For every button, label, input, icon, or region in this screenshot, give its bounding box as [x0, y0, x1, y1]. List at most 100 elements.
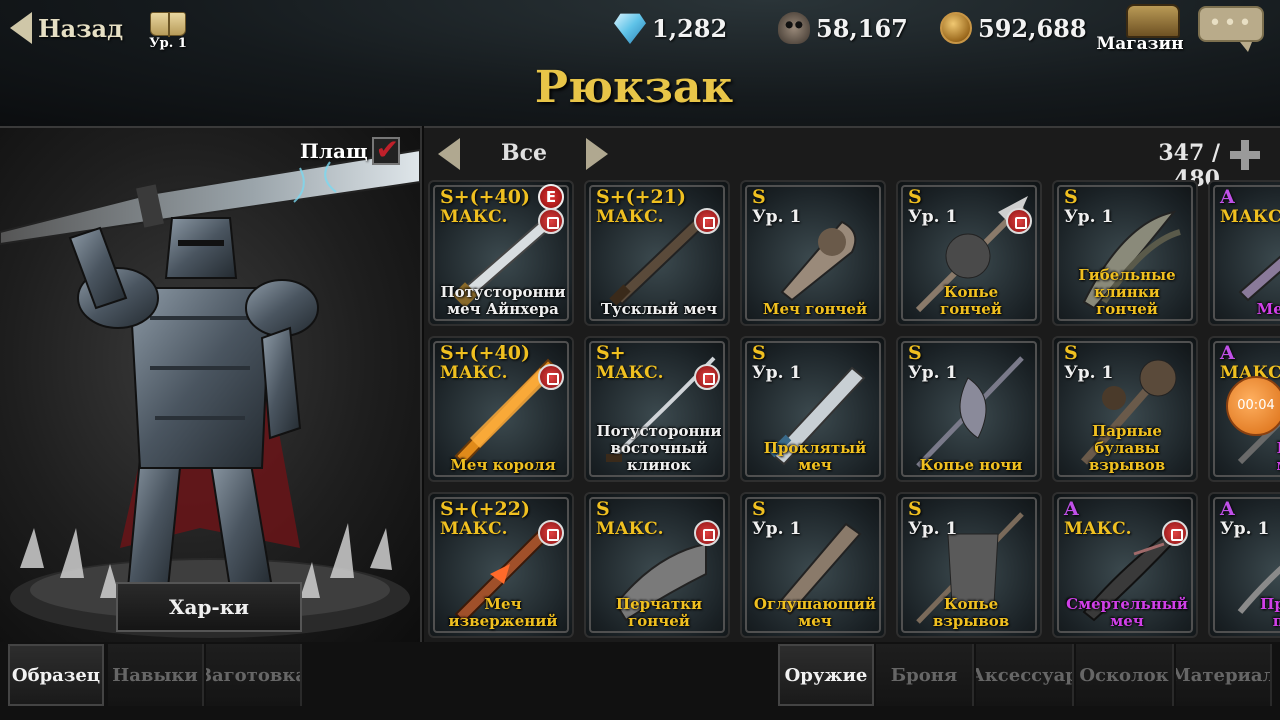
- item-grade: S+(+40): [440, 186, 530, 208]
- lock-icon: [538, 520, 564, 546]
- cloak-checkbox[interactable]: [371, 133, 400, 166]
- cloak-toggle[interactable]: Плащ: [300, 133, 400, 166]
- gold-value: 592,688: [978, 13, 1087, 43]
- shop-button[interactable]: Магазин: [1094, 4, 1186, 54]
- item-grid: S+(+40) МАКС. E Потусторонни меч Айнхера S+(…: [428, 180, 1280, 642]
- tab-skills[interactable]: Навыки: [108, 644, 204, 706]
- item-grade: S: [908, 186, 922, 208]
- item-name: Смертельный меч: [1066, 595, 1188, 630]
- inventory-slot[interactable]: S Ур. 1 Копье гончей: [896, 180, 1042, 326]
- equipped-badge-icon: E: [538, 184, 564, 210]
- item-grade: A: [1220, 186, 1235, 208]
- item-grade: A: [1220, 498, 1235, 520]
- inventory-slot[interactable]: S Ур. 1 Меч гончей: [740, 180, 886, 326]
- inventory-slot[interactable]: S+(+40) МАКС. E Потусторонни меч Айнхера: [428, 180, 574, 326]
- back-button[interactable]: Назад: [10, 10, 125, 46]
- tab-weapons[interactable]: Оружие: [778, 644, 874, 706]
- lock-icon: [694, 520, 720, 546]
- item-level: Ур. 1: [752, 207, 802, 227]
- item-level: МАКС.: [596, 207, 664, 227]
- knight-character-icon: [0, 148, 420, 638]
- inventory-slot[interactable]: S Ур. 1 Гибельные клинки гончей: [1052, 180, 1198, 326]
- inventory-slot[interactable]: S Ур. 1 Копье взрывов: [896, 492, 1042, 638]
- inventory-slot[interactable]: S+(+40) МАКС. Меч короля: [428, 336, 574, 482]
- timer-badge: 00:04: [1226, 376, 1280, 436]
- item-name: Меч извержений: [448, 595, 558, 630]
- filter-prev-arrow-icon[interactable]: [438, 138, 460, 170]
- item-level: Ур. 1: [908, 519, 958, 539]
- inventory-slot[interactable]: S Ур. 1 Парные булавы взрывов: [1052, 336, 1198, 482]
- item-name: Копье гончей: [940, 283, 1002, 318]
- inventory-slot[interactable]: AМАКС. Меч в: [1208, 180, 1280, 326]
- item-level: МАКС.: [1220, 207, 1280, 227]
- tab-presets[interactable]: Заготовка: [206, 644, 302, 706]
- item-level: Ур. 1: [1064, 363, 1114, 383]
- tab-materials[interactable]: Материал: [1176, 644, 1272, 706]
- gold-coin-icon: [940, 12, 972, 44]
- lock-icon: [1162, 520, 1188, 546]
- inventory-slot[interactable]: S Ур. 1 Оглушающий меч: [740, 492, 886, 638]
- item-name: Меч короля: [450, 456, 556, 474]
- item-name: Потусторонни восточный клинок: [596, 422, 722, 474]
- gold-counter: 592,688: [940, 10, 1087, 46]
- page-title: Рюкзак: [534, 62, 734, 113]
- item-name: Меч гончей: [762, 300, 868, 318]
- item-level: МАКС.: [440, 363, 508, 383]
- item-name: Копье взрывов: [932, 595, 1010, 630]
- inventory-slot[interactable]: S МАКС. Перчатки гончей: [584, 492, 730, 638]
- item-name: Гибельные клинки гончей: [1078, 266, 1176, 318]
- tab-accessories[interactable]: Аксессуар: [976, 644, 1074, 706]
- item-grade: S: [908, 342, 922, 364]
- item-name: Потусторонни меч Айнхера: [440, 283, 566, 318]
- lock-icon: [694, 364, 720, 390]
- inventory-slot[interactable]: S+(+21) МАКС. Тусклый меч: [584, 180, 730, 326]
- item-name: Тусклый меч: [600, 300, 718, 318]
- back-label: Назад: [38, 13, 124, 43]
- diamond-icon: [614, 13, 646, 44]
- inventory-slot[interactable]: S Ур. 1 Проклятый меч: [740, 336, 886, 482]
- item-grade: A: [1064, 498, 1079, 520]
- character-panel: Плащ Хар-ки: [0, 126, 422, 642]
- diamond-counter: 1,282: [614, 10, 727, 46]
- item-level: МАКС.: [1064, 519, 1132, 539]
- tab-sample[interactable]: Образец: [8, 644, 104, 706]
- book-icon: [150, 12, 186, 37]
- tab-shards[interactable]: Осколок: [1076, 644, 1174, 706]
- stats-label: Хар-ки: [168, 595, 250, 619]
- tab-armor[interactable]: Броня: [876, 644, 974, 706]
- filter-next-arrow-icon[interactable]: [586, 138, 608, 170]
- inventory-panel: Все 347 / 480 S+(+40) МАКС. E Потусторонни …: [424, 126, 1280, 642]
- lock-icon: [538, 364, 564, 390]
- item-name: Проклятый меч: [763, 439, 867, 474]
- item-name: Прон пе: [1260, 595, 1280, 630]
- item-grade: S: [752, 342, 766, 364]
- back-arrow-icon: [10, 12, 32, 44]
- inventory-slot[interactable]: AУр. 1 Прон пе: [1208, 492, 1280, 638]
- item-name: Оглушающий меч: [753, 595, 877, 630]
- chat-bubble-icon: •••: [1208, 11, 1254, 36]
- item-grade: S: [752, 186, 766, 208]
- item-name: Меч в: [1256, 300, 1280, 318]
- inventory-slot[interactable]: S+(+22) МАКС. Меч извержений: [428, 492, 574, 638]
- inventory-slot[interactable]: S+ МАКС. Потусторонни восточный клинок: [584, 336, 730, 482]
- bottom-tab-bar: ОбразецНавыкиЗаготовка ОружиеБроняАксессу…: [0, 642, 1280, 720]
- inventory-slot[interactable]: A МАКС. Смертельный меч: [1052, 492, 1198, 638]
- stats-button[interactable]: Хар-ки: [116, 582, 302, 632]
- item-name: Перчатки гончей: [615, 595, 703, 630]
- expand-inventory-plus-icon[interactable]: [1230, 140, 1260, 170]
- book-level-button[interactable]: Ур. 1: [146, 12, 190, 51]
- inventory-slot[interactable]: AМАКС.00:04В м: [1208, 336, 1280, 482]
- item-name: В м: [1214, 440, 1280, 474]
- treasure-chest-icon: [1126, 4, 1180, 38]
- item-level: МАКС.: [596, 363, 664, 383]
- chat-button[interactable]: •••: [1198, 6, 1264, 52]
- item-level: Ур. 1: [1064, 207, 1114, 227]
- item-level: МАКС.: [596, 519, 664, 539]
- book-level-label: Ур. 1: [149, 36, 187, 51]
- item-level: Ур. 1: [908, 207, 958, 227]
- item-level: Ур. 1: [752, 519, 802, 539]
- item-grade: S: [596, 498, 610, 520]
- filter-bar: Все 347 / 480: [424, 128, 1280, 192]
- inventory-slot[interactable]: S Ур. 1 Копье ночи: [896, 336, 1042, 482]
- item-grade: S: [908, 498, 922, 520]
